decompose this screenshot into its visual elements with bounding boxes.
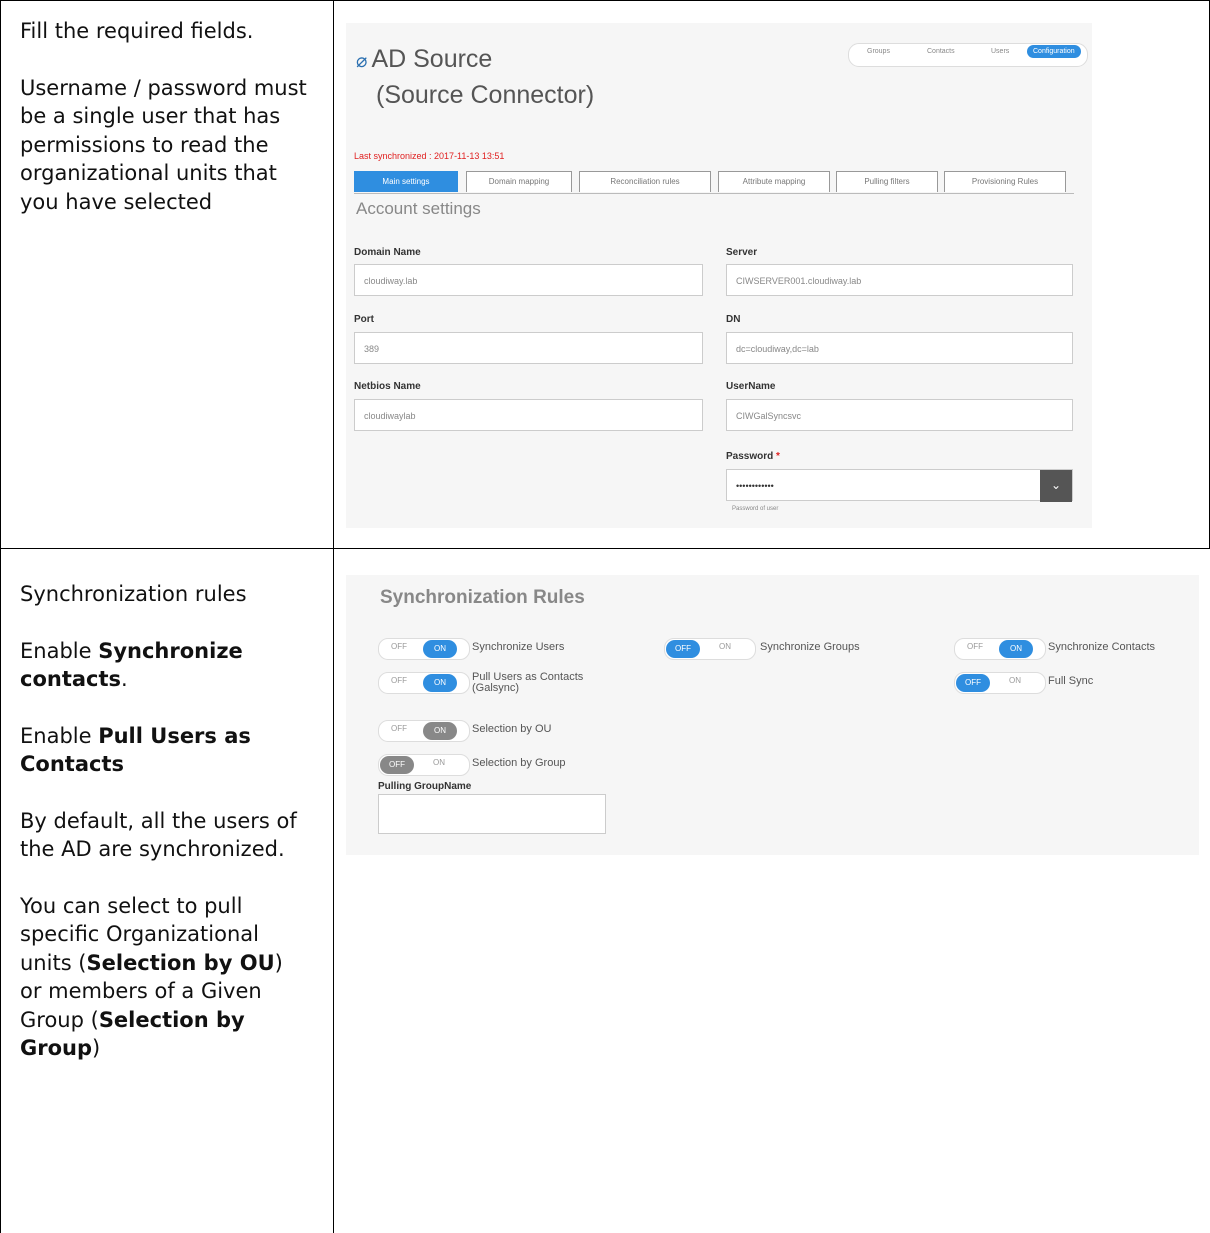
- synchronize-contacts-label: Synchronize Contacts: [1048, 641, 1155, 653]
- on-label: ON: [1009, 676, 1021, 685]
- required-asterisk: *: [776, 451, 780, 462]
- row2-paragraph-2: Enable Synchronize contacts.: [20, 638, 243, 692]
- domain-name-label: Domain Name: [354, 247, 421, 258]
- tab-reconciliation-rules[interactable]: Reconciliation rules: [579, 171, 711, 192]
- row2-text: Synchronization rules Enable Synchronize…: [20, 580, 310, 1091]
- port-field[interactable]: 389: [354, 332, 703, 364]
- sync-rules-title: Synchronization Rules: [380, 587, 585, 608]
- pulling-groupname-label: Pulling GroupName: [378, 781, 472, 792]
- password-label: Password *: [726, 451, 780, 462]
- synchronize-users-toggle[interactable]: OFF ON: [378, 638, 470, 660]
- nav-users[interactable]: Users: [991, 48, 1009, 55]
- row1-paragraph-1: Fill the required fields.: [20, 19, 254, 43]
- tab-provisioning-rules[interactable]: Provisioning Rules: [944, 171, 1066, 192]
- server-field[interactable]: CIWSERVER001.cloudiway.lab: [726, 264, 1073, 296]
- pull-users-label-line2: (Galsync): [472, 682, 520, 694]
- on-pill: ON: [999, 640, 1033, 658]
- off-label: OFF: [391, 642, 407, 651]
- username-label: UserName: [726, 381, 776, 392]
- off-label: OFF: [391, 724, 407, 733]
- username-field[interactable]: CIWGalSyncsvc: [726, 399, 1073, 431]
- selection-by-group-label: Selection by Group: [472, 757, 566, 769]
- off-label: OFF: [967, 642, 983, 651]
- nav-groups[interactable]: Groups: [867, 48, 890, 55]
- server-label: Server: [726, 247, 758, 258]
- selection-by-group-toggle[interactable]: OFF ON: [378, 754, 470, 776]
- synchronize-groups-toggle[interactable]: OFF ON: [664, 638, 756, 660]
- last-synchronized: Last synchronized : 2017-11-13 13:51: [354, 151, 505, 161]
- netbios-field[interactable]: cloudiwaylab: [354, 399, 703, 431]
- table-border-top: [0, 0, 1210, 1]
- connector-subtitle: (Source Connector): [376, 81, 595, 109]
- row2-paragraph-3: Enable Pull Users as Contacts: [20, 723, 251, 777]
- dn-label: DN: [726, 314, 741, 325]
- sync-rules-screenshot: Synchronization Rules OFF ON Synchronize…: [346, 575, 1199, 855]
- row2-paragraph-5: You can select to pull specific Organiza…: [20, 893, 283, 1061]
- table-border-middle: [333, 0, 334, 1233]
- tab-attribute-mapping[interactable]: Attribute mapping: [718, 171, 830, 192]
- show-password-icon[interactable]: ⌄: [1040, 470, 1072, 502]
- domain-name-field[interactable]: cloudiway.lab: [354, 264, 703, 296]
- password-field[interactable]: •••••••••••• ⌄: [726, 469, 1073, 502]
- document-table: Fill the required fields. Username / pas…: [0, 0, 1210, 1233]
- password-hint: Password of user: [732, 506, 779, 512]
- synchronize-users-label: Synchronize Users: [472, 641, 565, 653]
- pulling-groupname-input[interactable]: [378, 794, 606, 834]
- row2-paragraph-1: Synchronization rules: [20, 582, 247, 606]
- synchronize-groups-label: Synchronize Groups: [760, 641, 860, 653]
- tab-domain-mapping[interactable]: Domain mapping: [466, 171, 572, 192]
- on-pill: ON: [423, 640, 457, 658]
- tab-main-settings[interactable]: Main settings: [354, 171, 458, 192]
- nav-configuration[interactable]: Configuration: [1027, 45, 1081, 58]
- settings-tabs: Main settings Domain mapping Reconciliat…: [354, 171, 1074, 194]
- top-navigation: Groups Contacts Users Configuration: [848, 43, 1088, 67]
- netbios-label: Netbios Name: [354, 381, 421, 392]
- off-label: OFF: [391, 676, 407, 685]
- nav-contacts[interactable]: Contacts: [927, 48, 955, 55]
- row1-text: Fill the required fields. Username / pas…: [20, 17, 310, 244]
- off-pill: OFF: [380, 756, 414, 774]
- ad-source-screenshot: ⌀ AD Source (Source Connector) Groups Con…: [346, 23, 1092, 528]
- plug-icon: ⌀: [356, 51, 368, 72]
- full-sync-label: Full Sync: [1048, 675, 1094, 687]
- synchronize-contacts-toggle[interactable]: OFF ON: [954, 638, 1046, 660]
- pull-users-as-contacts-toggle[interactable]: OFF ON: [378, 672, 470, 694]
- full-sync-toggle[interactable]: OFF ON: [954, 672, 1046, 694]
- connector-title: ⌀ AD Source: [356, 45, 493, 73]
- account-settings-title: Account settings: [356, 199, 481, 218]
- tab-pulling-filters[interactable]: Pulling filters: [836, 171, 938, 192]
- on-pill: ON: [423, 674, 457, 692]
- dn-field[interactable]: dc=cloudiway,dc=lab: [726, 332, 1073, 364]
- selection-by-ou-toggle[interactable]: OFF ON: [378, 720, 470, 742]
- on-label: ON: [719, 642, 731, 651]
- off-pill: OFF: [956, 674, 990, 692]
- table-border-left: [0, 0, 1, 1233]
- selection-by-ou-label: Selection by OU: [472, 723, 552, 735]
- pull-users-as-contacts-label: Pull Users as Contacts (Galsync): [472, 672, 583, 694]
- row2-paragraph-4: By default, all the users of the AD are …: [20, 808, 297, 862]
- on-label: ON: [433, 758, 445, 767]
- off-pill: OFF: [666, 640, 700, 658]
- on-pill: ON: [423, 722, 457, 740]
- port-label: Port: [354, 314, 374, 325]
- table-row-divider: [0, 548, 1210, 549]
- row1-paragraph-2: Username / password must be a single use…: [20, 75, 307, 214]
